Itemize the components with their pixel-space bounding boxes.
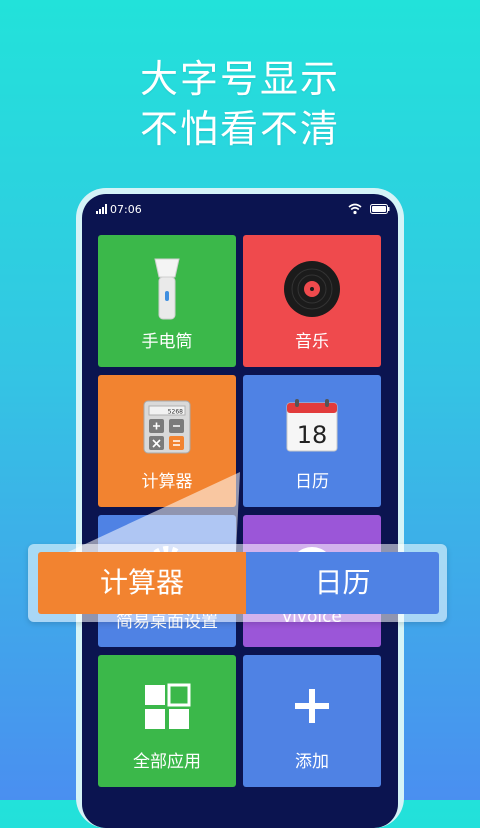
zoom-pointer xyxy=(68,472,240,552)
zoom-popup: 计算器 日历 xyxy=(28,544,447,622)
zoom-popup-calculator: 计算器 xyxy=(38,552,246,614)
zoom-popup-calendar: 日历 xyxy=(246,552,439,614)
